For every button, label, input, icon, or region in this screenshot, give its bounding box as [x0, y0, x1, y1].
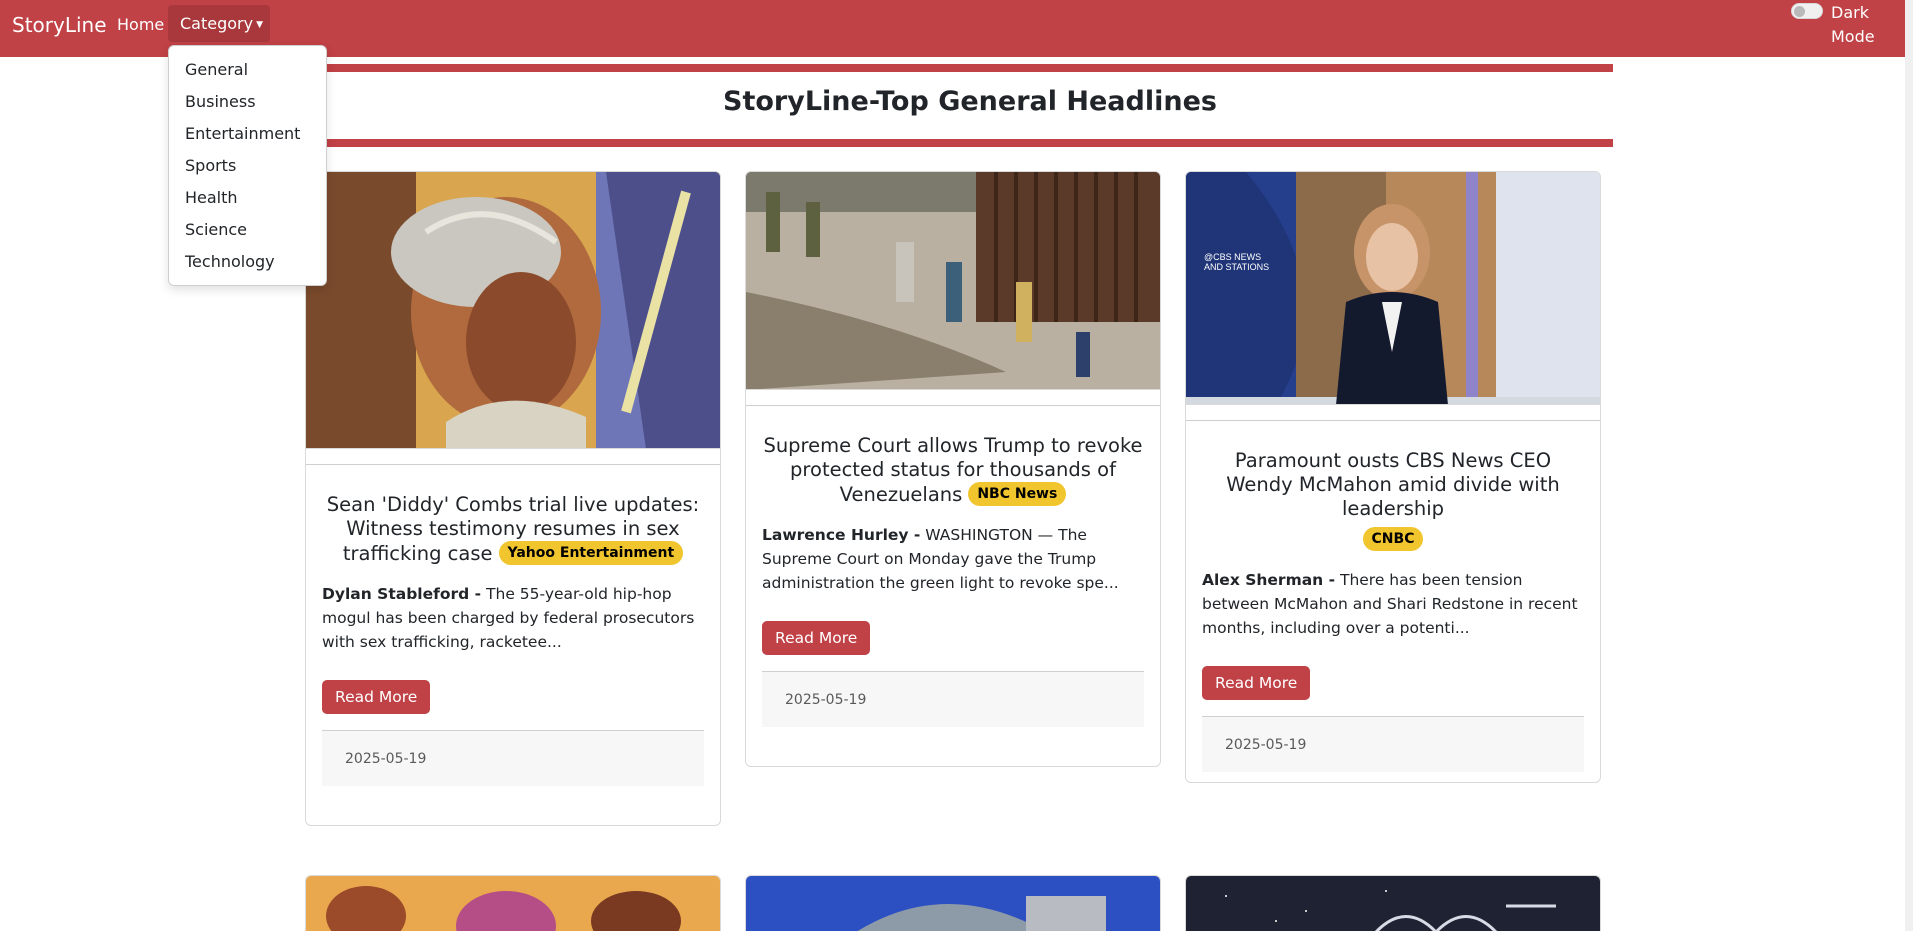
dark-mode-label: Dark Mode [1831, 3, 1875, 46]
article-author: Lawrence Hurley - [762, 526, 921, 544]
dropdown-item-technology[interactable]: Technology [185, 252, 275, 271]
read-more-button[interactable]: Read More [762, 621, 871, 655]
article-date: 2025-05-19 [322, 731, 704, 786]
news-card-image-partial [1185, 875, 1601, 931]
page-title: StoryLine-Top General Headlines [723, 86, 1217, 117]
title-rule-top [327, 64, 1613, 72]
dropdown-item-sports[interactable]: Sports [185, 156, 236, 175]
article-date: 2025-05-19 [1202, 717, 1584, 772]
article-title: Paramount ousts CBS News CEO Wendy McMah… [1186, 449, 1600, 552]
news-card: Sean 'Diddy' Combs trial live updates: W… [305, 171, 721, 826]
title-rule-bottom [327, 139, 1613, 147]
category-dropdown-menu: General Business Entertainment Sports He… [168, 45, 327, 286]
dropdown-item-science[interactable]: Science [185, 220, 247, 239]
article-description: Dylan Stableford - The 55-year-old hip-h… [306, 582, 720, 654]
dropdown-item-general[interactable]: General [185, 60, 248, 79]
svg-text:@CBS NEWS: @CBS NEWS [1204, 252, 1261, 262]
dark-mode-toggle[interactable] [1791, 3, 1823, 19]
svg-text:AND STATIONS: AND STATIONS [1204, 262, 1269, 272]
article-title-text: Paramount ousts CBS News CEO Wendy McMah… [1226, 449, 1560, 520]
toggle-knob [1794, 6, 1805, 17]
news-card: Supreme Court allows Trump to revoke pro… [745, 171, 1161, 767]
read-more-button[interactable]: Read More [1202, 666, 1311, 700]
article-title-text: Supreme Court allows Trump to revoke pro… [763, 434, 1143, 506]
article-author: Dylan Stableford - [322, 585, 482, 603]
source-badge: NBC News [968, 482, 1067, 506]
article-author: Alex Sherman - [1202, 571, 1336, 589]
article-description: Alex Sherman - There has been tension be… [1186, 568, 1600, 640]
article-image [746, 172, 1160, 390]
article-title: Supreme Court allows Trump to revoke pro… [746, 434, 1160, 507]
article-title: Sean 'Diddy' Combs trial live updates: W… [306, 493, 720, 566]
article-date: 2025-05-19 [762, 672, 1144, 727]
news-card: @CBS NEWS AND STATIONS Paramount ousts C… [1185, 171, 1601, 783]
dropdown-item-entertainment[interactable]: Entertainment [185, 124, 300, 143]
news-card-image-partial [745, 875, 1161, 931]
category-dropdown-toggle[interactable]: Category ▼ [168, 5, 270, 42]
news-card-image-partial [305, 875, 721, 931]
source-badge: CNBC [1362, 527, 1424, 551]
source-badge: Yahoo Entertainment [498, 541, 684, 565]
dropdown-item-business[interactable]: Business [185, 92, 256, 111]
brand-logo[interactable]: StoryLine [12, 13, 107, 37]
read-more-button[interactable]: Read More [322, 680, 431, 714]
caret-down-icon: ▼ [256, 20, 264, 30]
dropdown-item-health[interactable]: Health [185, 188, 238, 207]
article-description: Lawrence Hurley - WASHINGTON — The Supre… [746, 523, 1160, 595]
page-scrollbar[interactable] [1905, 0, 1913, 931]
article-image: @CBS NEWS AND STATIONS [1186, 172, 1600, 405]
category-label: Category [180, 14, 254, 33]
nav-home-link[interactable]: Home [117, 15, 164, 34]
article-image [306, 172, 720, 449]
